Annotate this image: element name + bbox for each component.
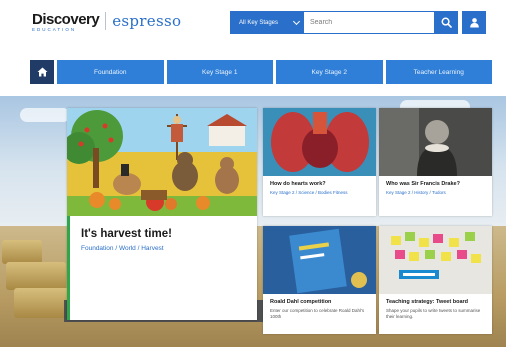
harvest-illustration [67, 108, 257, 216]
logo-product-name: espresso [112, 12, 182, 30]
roald-dahl-book-image [263, 226, 376, 294]
card-description: Enter our competition to celebrate Roald… [270, 308, 365, 319]
card-body: How do hearts work? Key Stage 2 / Scienc… [263, 176, 376, 216]
user-icon [469, 18, 479, 28]
card-how-do-hearts-work[interactable]: How do hearts work? Key Stage 2 / Scienc… [263, 108, 376, 216]
heart-anatomy-image [263, 108, 376, 176]
search-icon [441, 17, 452, 28]
background-cloud [20, 108, 70, 122]
card-title: Roald Dahl competition [270, 299, 332, 305]
logo-brand-name: Discovery [32, 11, 100, 28]
featured-card-body: It's harvest time! Foundation / World / … [67, 216, 257, 320]
card-description: Shape your pupils to write tweets to sum… [386, 308, 481, 319]
background-hay-bale [2, 240, 42, 264]
card-teaching-strategy-tweet-board[interactable]: Teaching strategy: Tweet board Shape you… [379, 226, 492, 334]
site-header: Discovery EDUCATION espresso All Key Sta… [0, 0, 506, 50]
main-navigation: Foundation Key Stage 1 Key Stage 2 Teach… [30, 60, 492, 84]
card-body: Roald Dahl competition Enter our competi… [263, 294, 376, 334]
search-bar: All Key Stages [230, 11, 486, 34]
featured-card-breadcrumb[interactable]: Foundation / World / Harvest [81, 245, 249, 252]
card-title: Teaching strategy: Tweet board [386, 299, 469, 305]
card-breadcrumb[interactable]: Key Stage 2 / Science / Bodies Fitness [270, 190, 370, 196]
background-hay-bale [6, 262, 66, 290]
home-icon [37, 67, 47, 77]
featured-card-title: It's harvest time! [81, 228, 172, 240]
card-body: Teaching strategy: Tweet board Shape you… [379, 294, 492, 334]
card-title: How do hearts work? [270, 181, 326, 187]
search-input[interactable] [304, 11, 434, 34]
user-account-button[interactable] [462, 11, 486, 34]
francis-drake-portrait-image [379, 108, 492, 176]
sticky-notes-board-image [379, 226, 492, 294]
logo-brand-sub: EDUCATION [32, 27, 77, 32]
key-stage-select-label: All Key Stages [239, 19, 279, 26]
nav-item-teacher-learning[interactable]: Teacher Learning [385, 60, 492, 84]
card-who-was-sir-francis-drake[interactable]: Who was Sir Francis Drake? Key Stage 2 /… [379, 108, 492, 216]
discovery-espresso-logo[interactable]: Discovery EDUCATION espresso [32, 12, 181, 40]
logo-divider [105, 12, 107, 30]
home-button[interactable] [30, 60, 54, 84]
card-roald-dahl-competition[interactable]: Roald Dahl competition Enter our competi… [263, 226, 376, 334]
card-body: Who was Sir Francis Drake? Key Stage 2 /… [379, 176, 492, 216]
card-breadcrumb[interactable]: Key Stage 2 / History / Tudors [386, 190, 486, 196]
card-title: Who was Sir Francis Drake? [386, 181, 460, 187]
chevron-down-icon [292, 17, 301, 25]
nav-item-foundation[interactable]: Foundation [57, 60, 164, 84]
nav-item-key-stage-2[interactable]: Key Stage 2 [276, 60, 383, 84]
nav-item-key-stage-1[interactable]: Key Stage 1 [166, 60, 273, 84]
key-stage-select[interactable]: All Key Stages [230, 11, 304, 34]
featured-card-harvest[interactable]: It's harvest time! Foundation / World / … [67, 108, 257, 320]
search-button[interactable] [434, 11, 458, 34]
